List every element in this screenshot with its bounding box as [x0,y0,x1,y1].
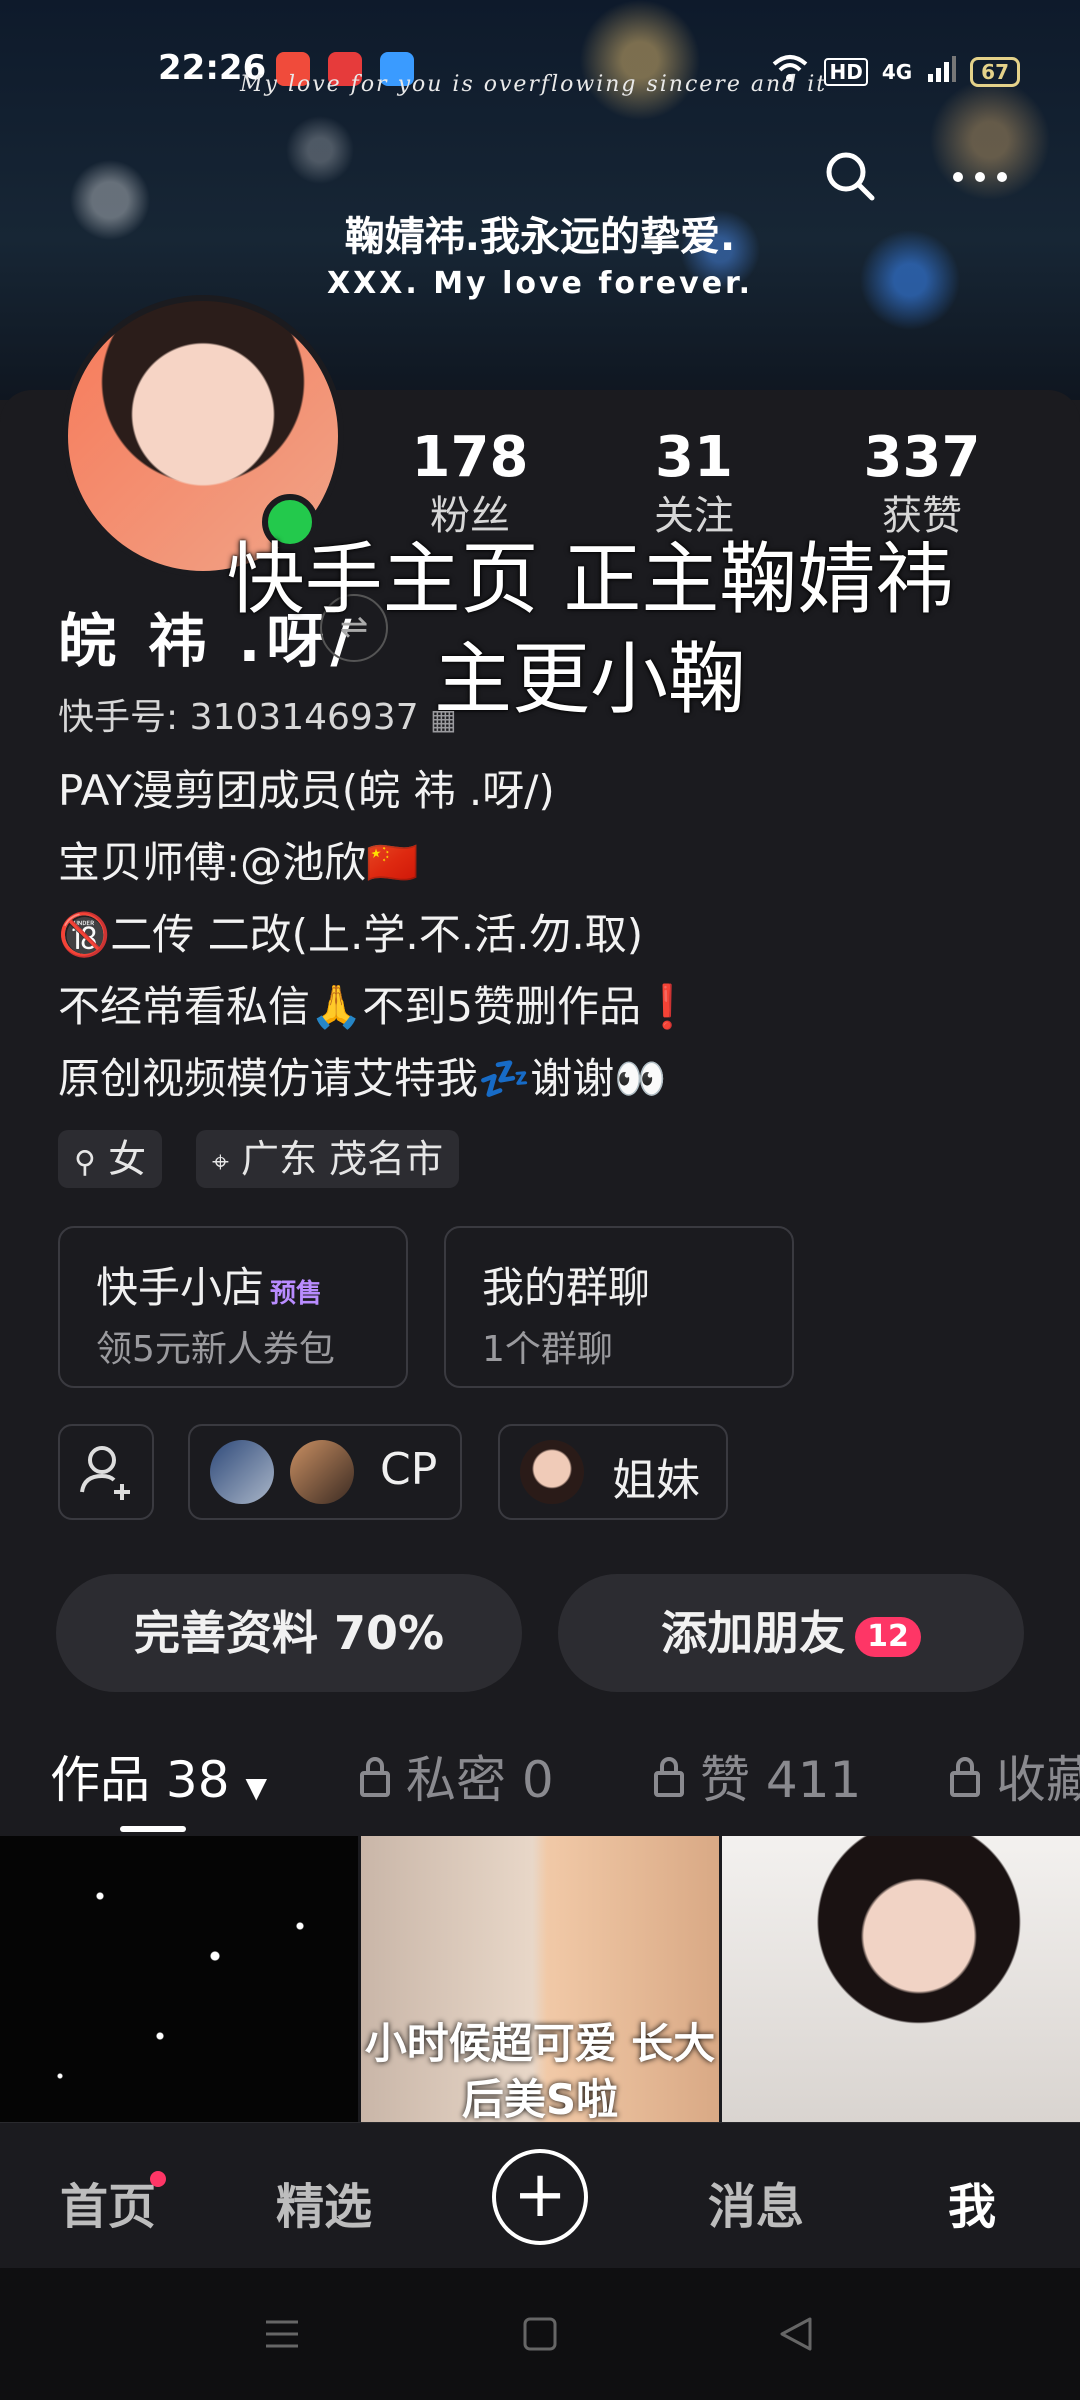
hd-icon: HD [824,57,868,86]
cp-avatar-2 [290,1440,354,1504]
lock-icon [950,1756,980,1797]
battery-indicator: 67 [970,56,1020,87]
tab-works-label: 作品 38 [50,1751,230,1809]
add-person-icon [80,1446,130,1500]
cover-title-en: XXX. My love forever. [327,266,753,301]
bio-line: 🔞二传 二改(上.学.不.活.勿.取) [58,910,644,959]
gender-tag: ⚲ 女 [58,1130,163,1188]
stat-value: 178 [411,425,529,490]
signal-icon [926,54,957,89]
gender-label: 女 [108,1137,147,1181]
shop-subtitle: 领5元新人券包 [96,1329,335,1370]
tab-likes-label: 赞 411 [700,1751,862,1809]
notification-dot [150,2171,166,2187]
shop-card[interactable]: 快手小店 预售 领5元新人券包 [58,1226,408,1388]
cp-relation-chip[interactable]: CP [188,1424,462,1520]
stat-followers[interactable]: 178 粉丝 [380,425,560,541]
network-label: 4G [881,59,913,84]
more-dot-icon [997,172,1007,182]
tab-favorites[interactable]: 收藏 [950,1740,1080,1812]
bio-line: 宝贝师傅:@池欣🇨🇳 [58,838,419,887]
add-friends-label: 添加朋友 [661,1606,846,1660]
chevron-down-icon: ▼ [245,1771,267,1804]
stat-likes[interactable]: 337 获赞 [832,425,1012,541]
nav-messages[interactable]: 消息 [708,2167,804,2237]
shop-title: 快手小店 [96,1263,265,1312]
more-options-button[interactable] [950,162,1010,192]
tab-likes[interactable]: 赞 411 [654,1740,861,1812]
stat-value: 31 [655,425,733,490]
sisters-label: 姐妹 [612,1455,700,1506]
nav-featured[interactable]: 精选 [276,2167,372,2237]
add-friends-badge: 12 [855,1616,921,1657]
create-button[interactable]: + [492,2149,588,2245]
more-dot-icon [953,172,963,182]
sisters-relation-chip[interactable]: 姐妹 [498,1424,728,1520]
add-friends-button[interactable]: 添加朋友 12 [558,1574,1024,1692]
menu-icon[interactable] [262,2314,302,2354]
thumbnail-caption: 小时候超可爱 长大后美S啦 [364,2019,716,2122]
group-chat-title: 我的群聊 [482,1263,651,1312]
location-label: 广东 茂名市 [240,1137,444,1181]
search-button[interactable] [822,148,878,204]
cp-avatar-1 [210,1440,274,1504]
search-icon [826,152,875,201]
sisters-avatar [520,1440,584,1504]
tab-favorites-label: 收藏 [996,1751,1080,1809]
shop-card-title: 快手小店 预售 [96,1254,322,1315]
work-thumbnail[interactable] [722,1836,1080,2122]
add-relation-button[interactable] [58,1424,154,1520]
bottom-nav: 首页 精选 + 消息 我 [0,2122,1080,2269]
cp-label: CP [380,1444,438,1495]
nav-me[interactable]: 我 [948,2167,996,2237]
lock-icon [360,1756,390,1797]
stat-following[interactable]: 31 关注 [604,425,784,541]
works-grid: 小时候超可爱 长大后美S啦 [0,1836,1080,2122]
complete-profile-label: 完善资料 70% [133,1606,445,1660]
work-thumbnail[interactable] [0,1836,358,2122]
content-tabs: 作品 38 ▼ 私密 0 赞 411 收藏 [0,1740,1080,1840]
presale-badge: 预售 [270,1279,323,1309]
account-id-text: 快手号: 3103146937 [58,697,419,738]
complete-profile-button[interactable]: 完善资料 70% [56,1574,522,1692]
cover-title-cn: 鞠婧祎.我永远的挚爱. [344,214,736,260]
female-icon: ⚲ [74,1145,96,1180]
bio: PAY漫剪团成员(皖 祎 .呀/) 宝贝师傅:@池欣🇨🇳 🔞二传 二改(上.学.… [58,755,693,1115]
system-nav-bar [0,2268,1080,2400]
location-tag: ⌖ 广东 茂名市 [196,1130,460,1188]
plus-icon: + [513,2158,567,2232]
tab-private[interactable]: 私密 0 [360,1740,554,1812]
location-pin-icon: ⌖ [212,1145,229,1180]
stat-value: 337 [863,425,981,490]
tab-private-label: 私密 0 [406,1751,554,1809]
home-square-icon[interactable] [520,2314,560,2354]
qr-code-icon: ▦ [430,703,457,736]
active-tab-indicator [120,1826,186,1832]
tab-works[interactable]: 作品 38 ▼ [50,1740,267,1812]
bio-line: 不经常看私信🙏不到5赞删作品❗ [58,982,694,1031]
bio-line: PAY漫剪团成员(皖 祎 .呀/) [58,766,555,815]
account-id[interactable]: 快手号: 3103146937 ▦ [58,688,457,740]
cover-script-text: My love for you is overflowing sincere a… [240,72,828,97]
more-dot-icon [975,172,985,182]
nav-home[interactable]: 首页 [60,2167,156,2237]
group-chat-subtitle: 1个群聊 [482,1329,613,1370]
back-triangle-icon[interactable] [776,2314,816,2354]
bio-line: 原创视频模仿请艾特我💤谢谢👀 [58,1054,667,1103]
work-thumbnail[interactable]: 小时候超可爱 长大后美S啦 [361,1836,719,2122]
lock-icon [654,1756,684,1797]
group-chat-card[interactable]: 我的群聊 1个群聊 [444,1226,794,1388]
